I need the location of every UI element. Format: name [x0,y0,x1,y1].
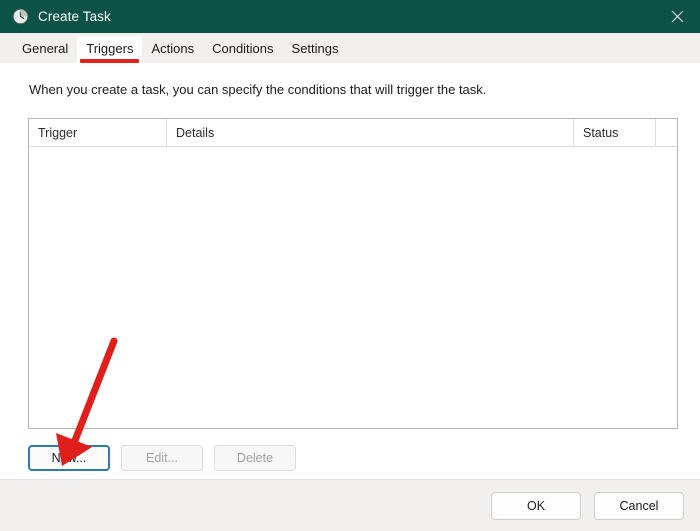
tab-conditions[interactable]: Conditions [203,36,282,63]
tab-general[interactable]: General [13,36,77,63]
tab-general-label: General [22,41,69,56]
new-button[interactable]: New... [28,445,110,471]
ok-button-label: OK [526,498,546,513]
tab-actions[interactable]: Actions [142,36,203,63]
title-bar: Create Task [0,0,700,33]
cancel-button-label: Cancel [619,498,659,513]
column-header-trigger-label: Trigger [38,125,78,140]
page-description: When you create a task, you can specify … [29,82,487,97]
create-task-dialog: Create Task General Triggers Actions Con… [0,0,700,531]
column-header-status-label: Status [583,125,619,140]
tab-triggers-label: Triggers [86,41,134,56]
column-header-status[interactable]: Status [574,119,656,146]
edit-button-label: Edit... [146,451,178,465]
close-icon[interactable] [654,0,700,33]
cancel-button[interactable]: Cancel [594,491,684,520]
tab-strip: General Triggers Actions Conditions Sett… [0,33,700,63]
triggers-list-body[interactable] [29,147,677,428]
column-header-filler [656,119,677,146]
trigger-actions-row: New... Edit... Delete [28,445,700,471]
delete-button-label: Delete [236,451,274,465]
tab-actions-label: Actions [151,41,195,56]
new-button-label: New... [51,451,87,465]
tab-settings-label: Settings [291,41,339,56]
tab-triggers[interactable]: Triggers [77,36,143,63]
dialog-footer: OK Cancel [0,479,700,531]
ok-button[interactable]: OK [491,491,581,520]
tab-conditions-label: Conditions [212,41,274,56]
triggers-page: When you create a task, you can specify … [0,63,700,479]
column-header-trigger[interactable]: Trigger [29,119,167,146]
tab-settings[interactable]: Settings [283,36,348,63]
triggers-list-header: Trigger Details Status [29,119,677,147]
column-header-details[interactable]: Details [167,119,574,146]
edit-button[interactable]: Edit... [121,445,203,471]
clock-icon [12,8,29,25]
delete-button[interactable]: Delete [214,445,296,471]
column-header-details-label: Details [176,125,215,140]
triggers-list[interactable]: Trigger Details Status [28,118,678,429]
window-title: Create Task [38,9,111,24]
